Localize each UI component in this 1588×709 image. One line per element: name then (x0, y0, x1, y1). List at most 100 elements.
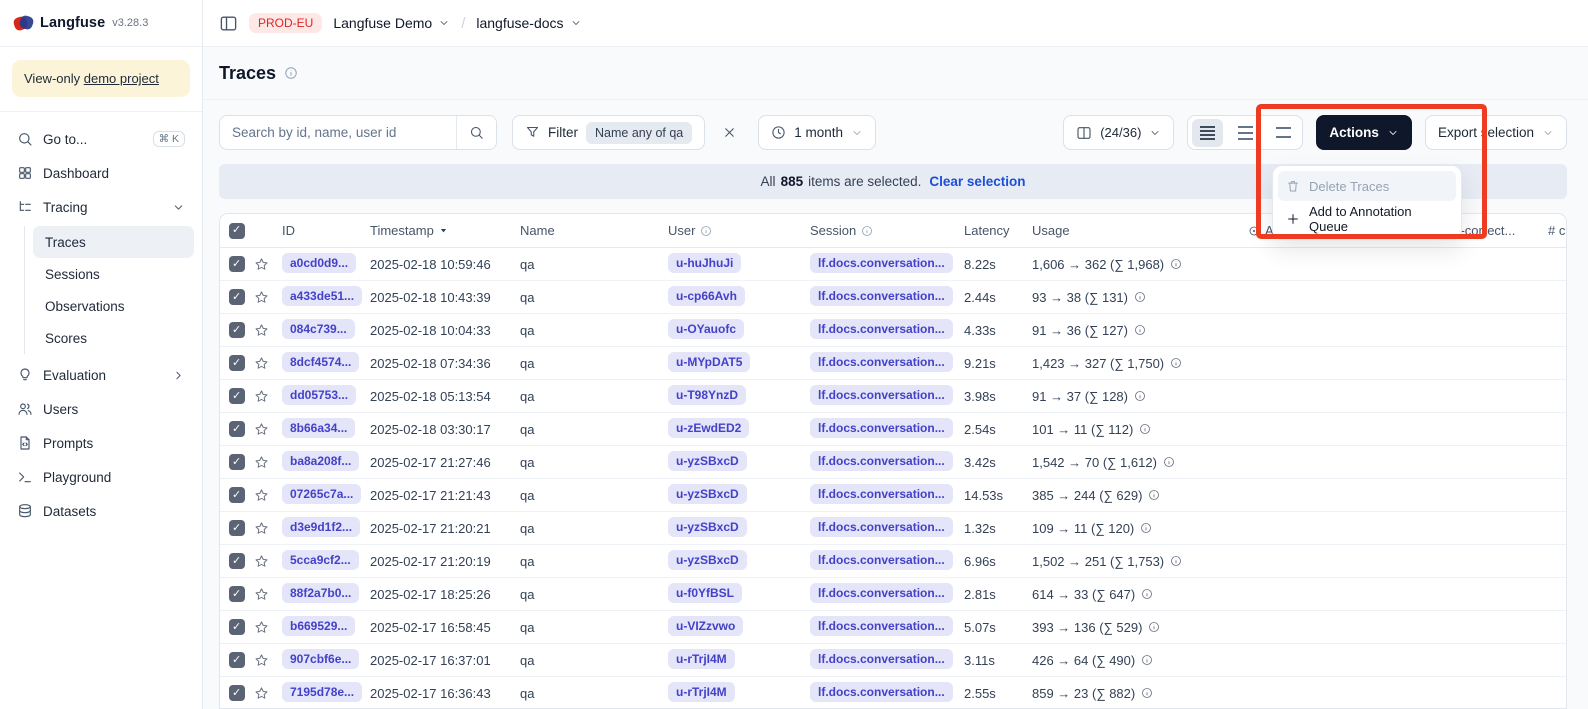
header-id[interactable]: ID (282, 223, 370, 238)
trace-id-badge[interactable]: a433de51... (282, 286, 362, 306)
info-icon[interactable] (1134, 291, 1146, 303)
info-icon[interactable] (1141, 588, 1153, 600)
trace-id-badge[interactable]: a0cd0d9... (282, 253, 356, 273)
sidebar-item-traces[interactable]: Traces (33, 226, 194, 258)
trace-id-badge[interactable]: 88f2a7b0... (282, 583, 359, 603)
sidebar-item-prompts[interactable]: Prompts (8, 426, 194, 460)
info-icon[interactable] (1163, 456, 1175, 468)
star-icon[interactable] (254, 653, 282, 668)
star-icon[interactable] (254, 488, 282, 503)
session-badge[interactable]: lf.docs.conversation... (810, 583, 953, 603)
sidebar-item-dashboard[interactable]: Dashboard (8, 156, 194, 190)
user-badge[interactable]: u-VIZzvwo (668, 616, 743, 636)
user-badge[interactable]: u-f0YfBSL (668, 583, 742, 603)
info-icon[interactable] (1148, 489, 1160, 501)
star-icon[interactable] (254, 389, 282, 404)
row-height-medium-button[interactable] (1226, 116, 1264, 149)
trace-id-badge[interactable]: b669529... (282, 616, 355, 636)
header-user[interactable]: User (668, 223, 810, 238)
sidebar-item-evaluation[interactable]: Evaluation (8, 358, 194, 392)
timerange-button[interactable]: 1 month (758, 115, 876, 150)
menu-item-delete-traces[interactable]: Delete Traces (1278, 171, 1456, 201)
session-badge[interactable]: lf.docs.conversation... (810, 550, 953, 570)
column-visibility-button[interactable]: (24/36) (1063, 115, 1174, 150)
row-checkbox[interactable] (229, 487, 245, 503)
user-badge[interactable]: u-rTrjI4M (668, 649, 735, 669)
project-switcher[interactable]: langfuse-docs (476, 15, 581, 31)
select-all-checkbox[interactable] (229, 223, 245, 239)
info-icon[interactable] (1140, 522, 1152, 534)
row-checkbox[interactable] (229, 322, 245, 338)
session-badge[interactable]: lf.docs.conversation... (810, 682, 953, 702)
row-checkbox[interactable] (229, 289, 245, 305)
star-icon[interactable] (254, 356, 282, 371)
trace-id-badge[interactable]: 8dcf4574... (282, 352, 359, 372)
info-icon[interactable] (1141, 654, 1153, 666)
row-checkbox[interactable] (229, 355, 245, 371)
user-badge[interactable]: u-OYauofc (668, 319, 744, 339)
row-checkbox[interactable] (229, 256, 245, 272)
search-button[interactable] (456, 116, 496, 149)
row-checkbox[interactable] (229, 388, 245, 404)
user-badge[interactable]: u-cp66Avh (668, 286, 745, 306)
session-badge[interactable]: lf.docs.conversation... (810, 484, 953, 504)
row-height-small-button[interactable] (1188, 116, 1226, 149)
sidebar-item-datasets[interactable]: Datasets (8, 494, 194, 528)
trace-id-badge[interactable]: 907cbf6e... (282, 649, 359, 669)
row-checkbox[interactable] (229, 652, 245, 668)
row-checkbox[interactable] (229, 520, 245, 536)
row-checkbox[interactable] (229, 685, 245, 701)
trace-id-badge[interactable]: 5cca9cf2... (282, 550, 359, 570)
trace-id-badge[interactable]: 07265c7a... (282, 484, 361, 504)
user-badge[interactable]: u-yzSBxcD (668, 484, 747, 504)
session-badge[interactable]: lf.docs.conversation... (810, 451, 953, 471)
row-checkbox[interactable] (229, 553, 245, 569)
trace-id-badge[interactable]: dd05753... (282, 385, 356, 405)
session-badge[interactable]: lf.docs.conversation... (810, 286, 953, 306)
sidebar-item-playground[interactable]: Playground (8, 460, 194, 494)
info-icon[interactable] (1148, 621, 1160, 633)
star-icon[interactable] (254, 455, 282, 470)
info-icon[interactable] (1134, 324, 1146, 336)
session-badge[interactable]: lf.docs.conversation... (810, 418, 953, 438)
user-badge[interactable]: u-yzSBxcD (668, 451, 747, 471)
header-latency[interactable]: Latency (964, 223, 1032, 238)
row-checkbox[interactable] (229, 421, 245, 437)
search-input[interactable] (220, 116, 456, 149)
session-badge[interactable]: lf.docs.conversation... (810, 253, 953, 273)
clear-filter-button[interactable] (718, 115, 741, 150)
session-badge[interactable]: lf.docs.conversation... (810, 385, 953, 405)
export-selection-button[interactable]: Export selection (1425, 115, 1567, 150)
sidebar-item-sessions[interactable]: Sessions (33, 258, 194, 290)
session-badge[interactable]: lf.docs.conversation... (810, 616, 953, 636)
session-badge[interactable]: lf.docs.conversation... (810, 319, 953, 339)
filter-button[interactable]: Filter Name any of qa (512, 115, 705, 150)
sidebar-toggle-icon[interactable] (219, 14, 238, 33)
user-badge[interactable]: u-yzSBxcD (668, 517, 747, 537)
star-icon[interactable] (254, 521, 282, 536)
sidebar-item-goto[interactable]: Go to... ⌘ K (8, 122, 194, 156)
star-icon[interactable] (254, 686, 282, 701)
star-icon[interactable] (254, 290, 282, 305)
user-badge[interactable]: u-yzSBxcD (668, 550, 747, 570)
row-checkbox[interactable] (229, 454, 245, 470)
header-session[interactable]: Session (810, 223, 964, 238)
info-icon[interactable] (1139, 423, 1151, 435)
row-checkbox[interactable] (229, 586, 245, 602)
sidebar-item-observations[interactable]: Observations (33, 290, 194, 322)
clear-selection-link[interactable]: Clear selection (929, 174, 1025, 189)
info-icon[interactable] (1170, 258, 1182, 270)
session-badge[interactable]: lf.docs.conversation... (810, 517, 953, 537)
user-badge[interactable]: u-rTrjI4M (668, 682, 735, 702)
trace-id-badge[interactable]: 8b66a34... (282, 418, 355, 438)
user-badge[interactable]: u-zEwdED2 (668, 418, 749, 438)
header-usage[interactable]: Usage (1032, 223, 1248, 238)
header-name[interactable]: Name (520, 223, 668, 238)
demo-project-link[interactable]: demo project (84, 71, 159, 86)
sidebar-item-tracing[interactable]: Tracing (8, 190, 194, 224)
info-icon[interactable] (1170, 357, 1182, 369)
trace-id-badge[interactable]: 084c739... (282, 319, 355, 339)
sidebar-item-users[interactable]: Users (8, 392, 194, 426)
star-icon[interactable] (254, 620, 282, 635)
star-icon[interactable] (254, 554, 282, 569)
